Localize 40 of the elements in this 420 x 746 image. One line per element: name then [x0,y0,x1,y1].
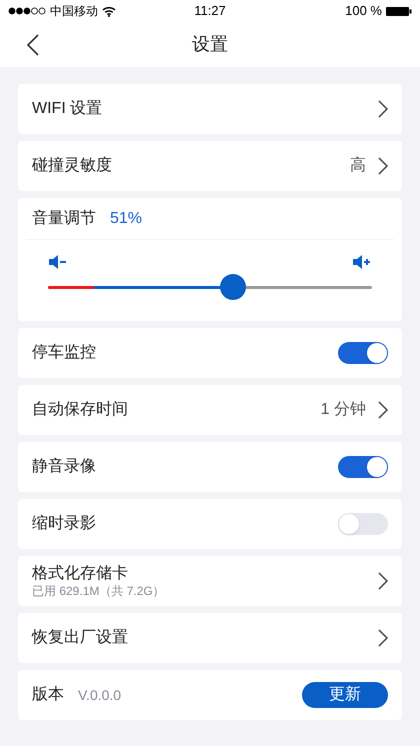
row-label: 碰撞灵敏度 [32,156,112,176]
toggle-switch[interactable] [338,456,388,478]
chevron-right-icon [378,157,388,175]
row-value: 1 分钟 [320,400,366,420]
row-label: 自动保存时间 [32,400,128,420]
volume-down-icon[interactable] [48,254,68,270]
chevron-right-icon [378,572,388,590]
settings-row[interactable]: 自动保存时间 1 分钟 [18,385,402,435]
carrier-name: 中国移动 [50,3,98,20]
settings-row[interactable]: 碰撞灵敏度 高 [18,141,402,191]
settings-row[interactable]: 格式化存储卡 已用 629.1M（共 7.2G） [18,556,402,606]
row-label: 缩时录影 [32,514,96,534]
back-icon[interactable] [26,34,40,56]
page-title: 设置 [192,33,228,56]
row-value: 高 [350,156,366,176]
update-button[interactable]: 更新 [302,682,388,708]
settings-row[interactable]: WIFI 设置 [18,84,402,134]
row-label: 版本 [32,684,64,705]
signal-icon [8,7,46,15]
battery-percent: 100 % [345,2,382,20]
status-time: 11:27 [194,2,226,20]
row-label: 停车监控 [32,342,96,363]
row-label: 格式化存储卡 [32,564,129,584]
chevron-right-icon [378,629,388,647]
toggle-switch[interactable] [338,513,388,535]
row-label: 静音录像 [32,456,96,477]
chevron-right-icon [378,100,388,118]
battery-icon [386,6,412,16]
settings-row[interactable]: 恢复出厂设置 [18,613,402,663]
wifi-icon [102,6,116,16]
volume-up-icon[interactable] [352,254,372,270]
volume-reading: 51% [110,208,142,228]
volume-slider[interactable] [48,274,372,300]
row-subtitle: 已用 629.1M（共 7.2G） [32,584,165,598]
version-number: V.0.0.0 [78,686,122,704]
chevron-right-icon [378,401,388,419]
toggle-switch[interactable] [338,342,388,364]
row-label: 恢复出厂设置 [32,628,128,648]
row-label: 音量调节 [32,208,96,228]
row-label: WIFI 设置 [32,99,102,119]
